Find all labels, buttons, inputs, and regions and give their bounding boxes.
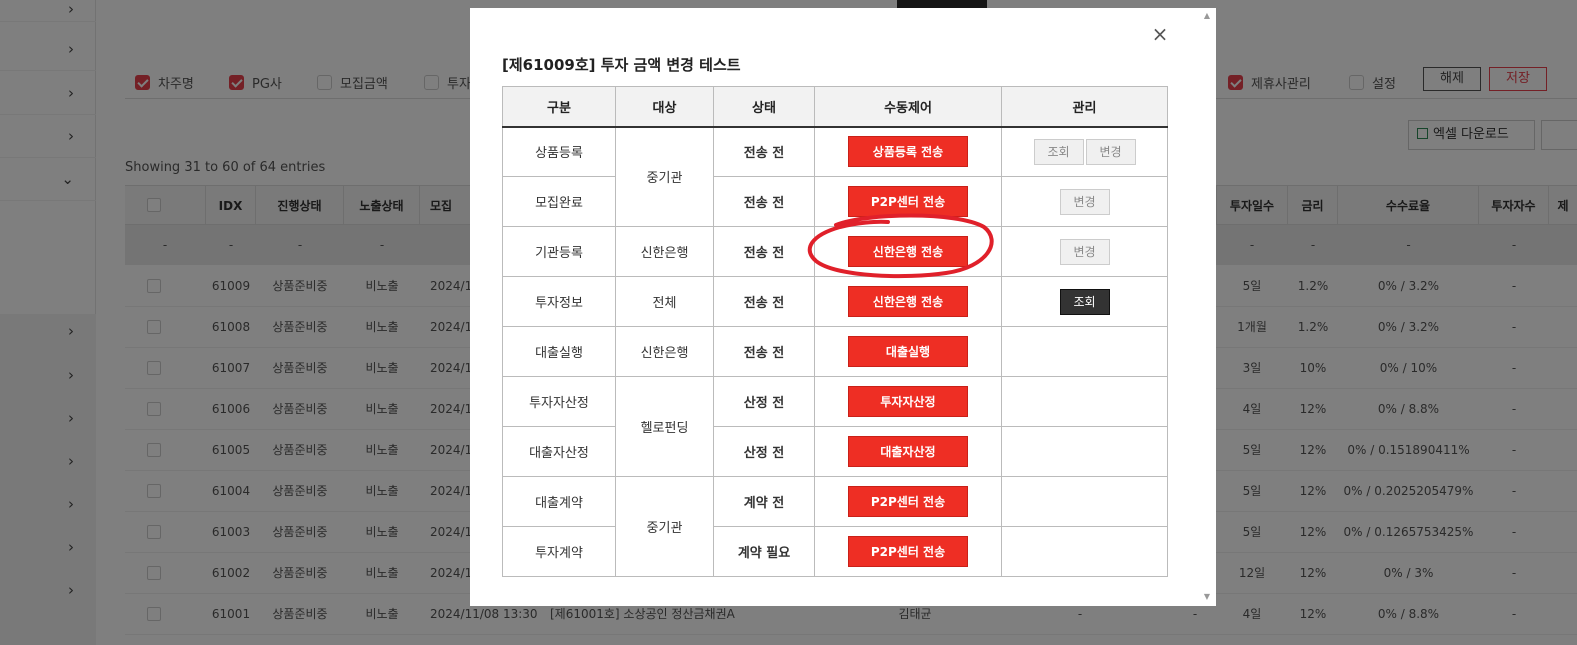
view-button[interactable]: 조회: [1059, 288, 1110, 315]
manage-cell: 변경: [1001, 176, 1168, 227]
header-category: 구분: [502, 86, 616, 128]
table-row: 대출자산정 산정 전 대출자산정: [502, 426, 1168, 477]
scroll-up-arrow-icon[interactable]: ▲: [1202, 11, 1212, 20]
table-row: 모집완료 전송 전 P2P센터 전송 변경: [502, 176, 1168, 227]
manage-cell: [1001, 526, 1168, 577]
p2p-center-send-button[interactable]: P2P센터 전송: [848, 536, 968, 567]
p2p-center-send-button[interactable]: P2P센터 전송: [848, 486, 968, 517]
action-cell: 대출실행: [814, 326, 1002, 377]
target-cell: 중기관: [615, 476, 714, 577]
header-target: 대상: [615, 86, 714, 128]
scroll-down-arrow-icon[interactable]: ▼: [1202, 592, 1212, 601]
action-cell: 신한은행 전송: [814, 226, 1002, 277]
action-cell: P2P센터 전송: [814, 476, 1002, 527]
category-cell: 대출실행: [502, 326, 616, 377]
action-cell: P2P센터 전송: [814, 176, 1002, 227]
control-table-header-row: 구분 대상 상태 수동제어 관리: [502, 86, 1168, 128]
investor-calculate-button[interactable]: 투자자산정: [848, 386, 968, 417]
target-cell: 중기관: [615, 126, 714, 227]
status-cell: 전송 전: [713, 126, 815, 177]
manage-cell: [1001, 326, 1168, 377]
status-cell: 산정 전: [713, 376, 815, 427]
status-cell: 전송 전: [713, 226, 815, 277]
product-register-send-button[interactable]: 상품등록 전송: [848, 136, 968, 168]
change-button[interactable]: 변경: [1085, 138, 1136, 165]
modal-scrollbar[interactable]: [1202, 24, 1212, 590]
category-cell: 투자계약: [502, 526, 616, 577]
action-cell: 상품등록 전송: [814, 126, 1002, 177]
modal-title: [제61009호] 투자 금액 변경 테스트: [502, 56, 741, 74]
control-table: 구분 대상 상태 수동제어 관리 상품등록 중기관 전송 전 상품등록 전송 조…: [502, 86, 1168, 577]
action-cell: P2P센터 전송: [814, 526, 1002, 577]
manage-cell: [1001, 476, 1168, 527]
manage-cell: 조회: [1001, 276, 1168, 327]
change-button[interactable]: 변경: [1059, 188, 1110, 215]
change-button[interactable]: 변경: [1059, 238, 1110, 265]
action-cell: 대출자산정: [814, 426, 1002, 477]
category-cell: 투자자산정: [502, 376, 616, 427]
table-row: 대출계약 중기관 계약 전 P2P센터 전송: [502, 476, 1168, 577]
status-cell: 산정 전: [713, 426, 815, 477]
loan-execute-button[interactable]: 대출실행: [848, 336, 968, 367]
category-cell: 대출계약: [502, 476, 616, 527]
header-manual-control: 수동제어: [814, 86, 1002, 128]
target-cell: 전체: [615, 276, 714, 327]
status-cell: 계약 전: [713, 476, 815, 527]
action-cell: 신한은행 전송: [814, 276, 1002, 327]
action-cell: 투자자산정: [814, 376, 1002, 427]
table-row: 상품등록 중기관 전송 전 상품등록 전송 조회 변경: [502, 126, 1168, 227]
manage-cell: [1001, 426, 1168, 477]
view-button[interactable]: 조회: [1033, 138, 1084, 165]
target-cell: 헬로펀딩: [615, 376, 714, 477]
category-cell: 모집완료: [502, 176, 616, 227]
manage-cell: [1001, 376, 1168, 427]
close-button[interactable]: ×: [1150, 22, 1170, 46]
shinhan-bank-send-button[interactable]: 신한은행 전송: [848, 236, 968, 267]
header-manage: 관리: [1001, 86, 1168, 128]
table-row: 투자자산정 헬로펀딩 산정 전 투자자산정: [502, 376, 1168, 477]
table-row: 기관등록 신한은행 전송 전 신한은행 전송 변경: [502, 226, 1168, 277]
manage-cell: 조회 변경: [1001, 126, 1168, 177]
p2p-center-send-button[interactable]: P2P센터 전송: [848, 186, 968, 217]
manage-cell: 변경: [1001, 226, 1168, 277]
shinhan-bank-send-button[interactable]: 신한은행 전송: [848, 286, 968, 317]
category-cell: 상품등록: [502, 126, 616, 177]
target-cell: 신한은행: [615, 326, 714, 377]
category-cell: 투자정보: [502, 276, 616, 327]
table-row: 투자정보 전체 전송 전 신한은행 전송 조회: [502, 276, 1168, 327]
table-row: 대출실행 신한은행 전송 전 대출실행: [502, 326, 1168, 377]
table-row: 투자계약 계약 필요 P2P센터 전송: [502, 526, 1168, 577]
transmission-control-modal: ▲ ▼ × [제61009호] 투자 금액 변경 테스트 구분 대상 상태 수동…: [470, 8, 1216, 606]
target-cell: 신한은행: [615, 226, 714, 277]
category-cell: 대출자산정: [502, 426, 616, 477]
header-status: 상태: [713, 86, 815, 128]
borrower-calculate-button[interactable]: 대출자산정: [848, 436, 968, 467]
category-cell: 기관등록: [502, 226, 616, 277]
status-cell: 전송 전: [713, 176, 815, 227]
status-cell: 전송 전: [713, 276, 815, 327]
status-cell: 계약 필요: [713, 526, 815, 577]
status-cell: 전송 전: [713, 326, 815, 377]
